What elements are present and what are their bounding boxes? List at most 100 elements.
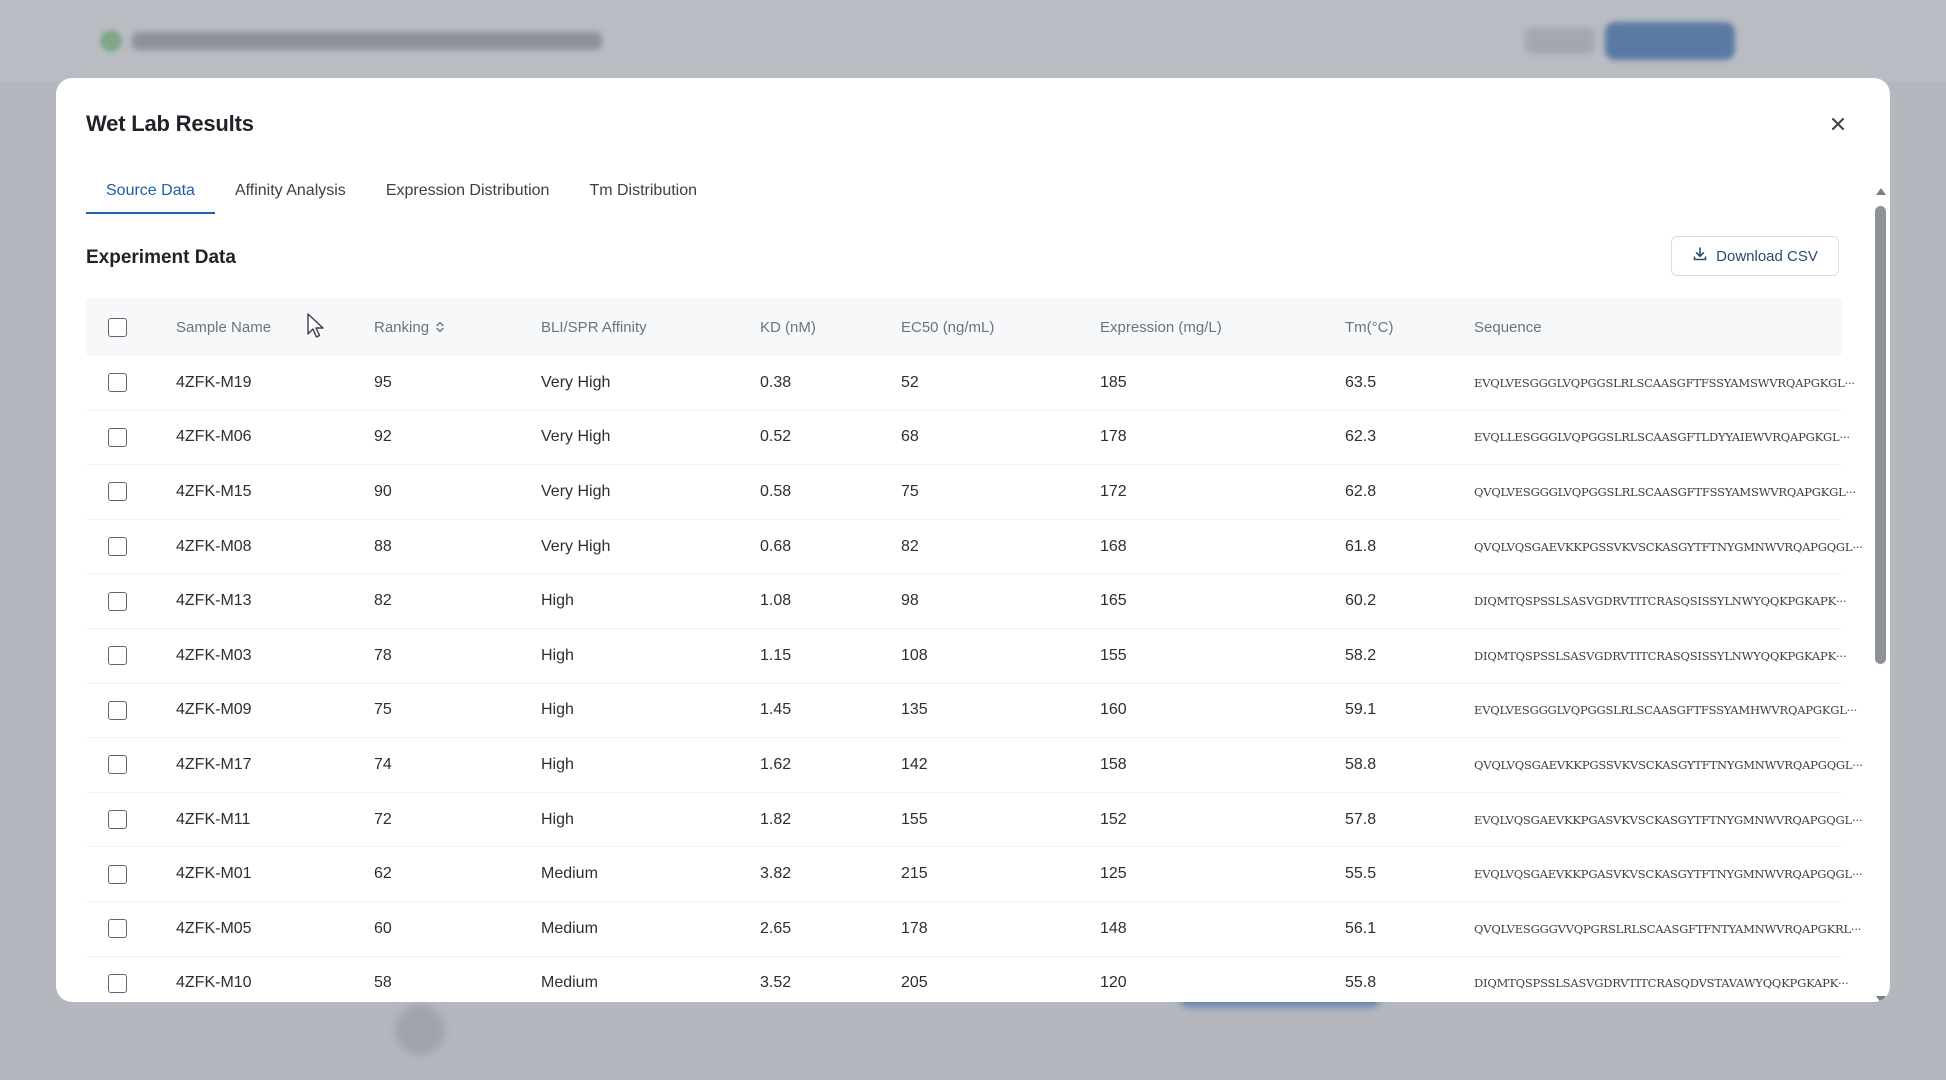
tm-cell: 57.8 (1345, 810, 1377, 828)
row-checkbox[interactable] (108, 755, 127, 775)
sample-name-cell: 4ZFK-M10 (176, 974, 252, 992)
background-status-dot (100, 30, 122, 52)
scroll-down-arrow-icon[interactable] (1876, 996, 1886, 1002)
ranking-cell: 72 (374, 810, 392, 828)
header-ranking[interactable]: Ranking (374, 319, 541, 336)
background-title (132, 32, 602, 50)
ranking-cell: 82 (374, 592, 392, 610)
row-checkbox[interactable] (108, 591, 127, 611)
row-checkbox[interactable] (108, 919, 127, 939)
header-expression[interactable]: Expression (mg/L) (1100, 319, 1345, 336)
row-checkbox-cell (86, 864, 176, 884)
vertical-scrollbar[interactable] (1872, 188, 1890, 1002)
kd-cell: 1.08 (760, 592, 792, 610)
tab-affinity-analysis[interactable]: Affinity Analysis (215, 174, 366, 214)
table-row[interactable]: 4ZFK-M03 78 High 1.15 108 155 58.2 DIQMTQSPSSLS… (86, 629, 1847, 684)
expression-cell: 185 (1100, 373, 1127, 391)
ranking-cell: 95 (374, 373, 392, 391)
affinity-cell: High (541, 592, 574, 610)
sample-name-cell: 4ZFK-M09 (176, 701, 252, 719)
close-icon (1831, 117, 1845, 136)
close-button[interactable] (1826, 114, 1850, 138)
ec50-cell: 75 (901, 482, 919, 500)
header-kd[interactable]: KD (nM) (760, 319, 901, 336)
sequence-cell: QVQLVESGGGLVQPGGSLRLSCAASGFTFSSYAMSWVRQA… (1474, 484, 1856, 499)
table-row[interactable]: 4ZFK-M05 60 Medium 2.65 178 148 56.1 QVQLVESGGG… (86, 902, 1862, 957)
tm-cell: 58.8 (1345, 755, 1377, 773)
table-row[interactable]: 4ZFK-M01 62 Medium 3.82 215 125 55.5 EVQLVQSGAE… (86, 847, 1863, 902)
tm-cell: 58.2 (1345, 646, 1377, 664)
table-row[interactable]: 4ZFK-M06 92 Very High 0.52 68 178 62.3 EVQLLESG… (86, 411, 1850, 466)
ec50-cell: 178 (901, 919, 928, 937)
affinity-cell: Very High (541, 373, 611, 391)
sequence-cell: EVQLVQSGAEVKKPGASVKVSCKASGYTFTNYGMNWVRQA… (1474, 812, 1863, 827)
tm-cell: 56.1 (1345, 919, 1377, 937)
sequence-cell: QVQLVQSGAEVKKPGSSVKVSCKASGYTFTNYGMNWVRQA… (1474, 539, 1863, 554)
sequence-cell: EVQLVESGGGLVQPGGSLRLSCAASGFTFSSYAMHWVRQA… (1474, 703, 1858, 718)
row-checkbox[interactable] (108, 646, 127, 666)
sequence-cell: DIQMTQSPSSLSASVGDRVTITCRASQSISSYLNWYQQKP… (1474, 648, 1847, 663)
header-affinity[interactable]: BLI/SPR Affinity (541, 319, 760, 336)
expression-cell: 148 (1100, 919, 1127, 937)
sample-name-cell: 4ZFK-M13 (176, 592, 252, 610)
kd-cell: 0.68 (760, 537, 792, 555)
row-checkbox[interactable] (108, 427, 127, 447)
expression-cell: 160 (1100, 701, 1127, 719)
sequence-cell: EVQLVESGGGLVQPGGSLRLSCAASGFTFSSYAMSWVRQA… (1474, 375, 1855, 390)
background-button (1525, 28, 1595, 54)
tab-tm-distribution[interactable]: Tm Distribution (569, 174, 717, 214)
table-row[interactable]: 4ZFK-M15 90 Very High 0.58 75 172 62.8 QVQLVESG… (86, 465, 1856, 520)
download-csv-button[interactable]: Download CSV (1671, 236, 1839, 276)
kd-cell: 1.45 (760, 701, 792, 719)
tm-cell: 60.2 (1345, 592, 1377, 610)
affinity-cell: Very High (541, 428, 611, 446)
expression-cell: 155 (1100, 646, 1127, 664)
row-checkbox-cell (86, 755, 176, 775)
header-sequence[interactable]: Sequence (1474, 319, 1842, 336)
affinity-cell: Very High (541, 537, 611, 555)
row-checkbox[interactable] (108, 864, 127, 884)
ec50-cell: 98 (901, 592, 919, 610)
ec50-cell: 68 (901, 428, 919, 446)
ranking-cell: 78 (374, 646, 392, 664)
row-checkbox[interactable] (108, 810, 127, 830)
row-checkbox-cell (86, 537, 176, 557)
sort-icon[interactable] (435, 319, 445, 335)
header-tm[interactable]: Tm(°C) (1345, 319, 1474, 336)
table-row[interactable]: 4ZFK-M19 95 Very High 0.38 52 185 63.5 EVQLVESG… (86, 356, 1855, 411)
ec50-cell: 205 (901, 974, 928, 992)
ranking-cell: 74 (374, 755, 392, 773)
header-sample-name[interactable]: Sample Name (176, 319, 374, 336)
table-row[interactable]: 4ZFK-M11 72 High 1.82 155 152 57.8 EVQLVQSGAEVK… (86, 793, 1863, 848)
ranking-cell: 90 (374, 482, 392, 500)
header-ec50[interactable]: EC50 (ng/mL) (901, 319, 1100, 336)
table-row[interactable]: 4ZFK-M09 75 High 1.45 135 160 59.1 EVQLVESGGGLV… (86, 684, 1858, 739)
row-checkbox-cell (86, 646, 176, 666)
scrollbar-thumb[interactable] (1875, 206, 1886, 664)
row-checkbox-cell (86, 700, 176, 720)
table-row[interactable]: 4ZFK-M13 82 High 1.08 98 165 60.2 DIQMTQSPSSLSA… (86, 574, 1847, 629)
table-row[interactable]: 4ZFK-M08 88 Very High 0.68 82 168 61.8 QVQLVQSG… (86, 520, 1863, 575)
table-header: Sample Name Ranking BLI/SPR Affinity KD … (86, 298, 1842, 356)
row-checkbox[interactable] (108, 537, 127, 557)
scroll-up-arrow-icon[interactable] (1876, 188, 1886, 195)
table-row[interactable]: 4ZFK-M10 58 Medium 3.52 205 120 55.8 DIQMTQSPSS… (86, 957, 1849, 1002)
sequence-cell: QVQLVESGGGVVQPGRSLRLSCAASGFTFNTYAMNWVRQA… (1474, 921, 1862, 936)
sample-name-cell: 4ZFK-M17 (176, 755, 252, 773)
sample-name-cell: 4ZFK-M03 (176, 646, 252, 664)
tab-expression-distribution[interactable]: Expression Distribution (366, 174, 570, 214)
header-checkbox-cell (86, 317, 176, 337)
sample-name-cell: 4ZFK-M15 (176, 482, 252, 500)
header-ranking-label: Ranking (374, 318, 430, 336)
tab-source-data[interactable]: Source Data (86, 174, 215, 214)
sample-name-cell: 4ZFK-M08 (176, 537, 252, 555)
row-checkbox[interactable] (108, 973, 127, 993)
row-checkbox[interactable] (108, 373, 127, 393)
row-checkbox[interactable] (108, 482, 127, 502)
modal-scroll-area: Experiment Data Download CSV Sample Name… (56, 218, 1890, 1002)
table-row[interactable]: 4ZFK-M17 74 High 1.62 142 158 58.8 QVQLVQSGAEVK… (86, 738, 1863, 793)
select-all-checkbox[interactable] (108, 317, 127, 337)
ec50-cell: 155 (901, 810, 928, 828)
ec50-cell: 52 (901, 373, 919, 391)
row-checkbox[interactable] (108, 700, 127, 720)
